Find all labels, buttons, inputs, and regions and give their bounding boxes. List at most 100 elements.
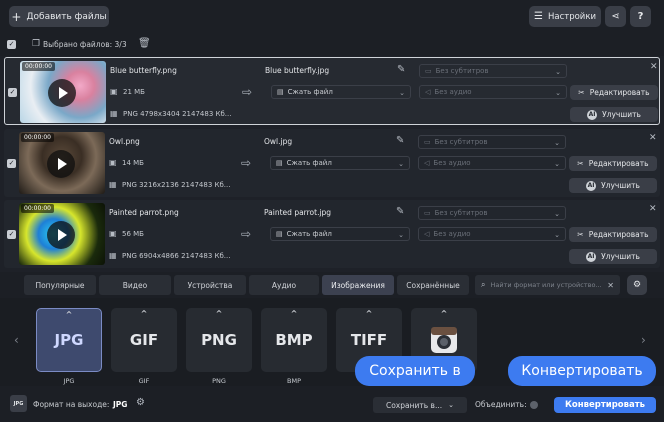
scroll-right-icon[interactable]: ›: [641, 333, 646, 347]
speaker-icon: ◁: [425, 88, 431, 96]
add-files-button[interactable]: + Добавить файлы: [9, 6, 109, 27]
subtitles-dropdown[interactable]: ▭ Без субтитров ⌄: [418, 206, 566, 220]
file-item[interactable]: ✓ 00:00:00 Painted parrot.png ▣ 56 МБ ▦ …: [4, 200, 660, 268]
compress-icon: ▤: [277, 88, 284, 96]
trash-icon[interactable]: 🗑: [138, 38, 151, 49]
file-thumbnail[interactable]: 00:00:00: [20, 61, 106, 123]
chevron-down-icon: ⌄: [554, 160, 560, 168]
clear-icon[interactable]: ✕: [607, 281, 614, 290]
ai-icon: AI: [587, 109, 598, 120]
convert-arrow-icon: ⇨: [242, 85, 253, 99]
tab-devices[interactable]: Устройства: [174, 275, 246, 295]
subtitles-dropdown[interactable]: ▭ Без субтитров ⌄: [419, 64, 567, 78]
output-format-value: JPG: [113, 400, 128, 409]
audio-dropdown[interactable]: ◁ Без аудио ⌄: [418, 156, 566, 170]
settings-button[interactable]: ☰ Настройки: [529, 6, 601, 27]
selection-row: ✓ ❐ Выбрано файлов: 3/3 🗑: [0, 34, 664, 56]
select-all-checkbox[interactable]: ✓: [7, 40, 16, 49]
top-toolbar: + Добавить файлы ☰ Настройки ⋖ ?: [0, 0, 664, 34]
input-file-name: Owl.png: [109, 137, 140, 146]
chevron-down-icon: ⌄: [554, 210, 560, 218]
output-file-name: Painted parrot.jpg: [264, 208, 332, 217]
plus-icon: +: [11, 9, 22, 24]
input-file-name: Blue butterfly.png: [110, 66, 177, 75]
convert-arrow-icon: ⇨: [241, 227, 252, 241]
rename-pencil-icon[interactable]: ✎: [397, 64, 405, 75]
subtitles-icon: ▭: [424, 138, 431, 146]
close-icon[interactable]: ✕: [650, 62, 658, 72]
file-size: 14 МБ: [122, 159, 144, 167]
play-icon[interactable]: [47, 150, 75, 178]
play-icon[interactable]: [48, 79, 76, 107]
output-file-name: Owl.jpg: [264, 137, 293, 146]
play-icon[interactable]: [47, 221, 75, 249]
input-file-name: Painted parrot.png: [109, 208, 179, 217]
enhance-button[interactable]: AI Улучшить: [570, 107, 658, 122]
chevron-down-icon: ⌄: [555, 89, 561, 97]
chevron-down-icon: ⌄: [554, 139, 560, 147]
file-checkbox[interactable]: ✓: [7, 159, 16, 168]
subtitles-dropdown[interactable]: ▭ Без субтитров ⌄: [418, 135, 566, 149]
chevron-up-icon: ^: [215, 309, 223, 318]
file-checkbox[interactable]: ✓: [8, 88, 17, 97]
info-icon: ▦: [109, 180, 117, 189]
format-caption: GIF: [138, 377, 150, 385]
audio-dropdown[interactable]: ◁ Без аудио ⌄: [418, 227, 566, 241]
tab-popular[interactable]: Популярные: [24, 275, 96, 295]
format-settings-icon[interactable]: ⚙: [627, 275, 647, 295]
convert-button[interactable]: Конвертировать: [554, 397, 656, 413]
file-item[interactable]: ✓ 00:00:00 Owl.png ▣ 14 МБ ▦ PNG 3216x21…: [4, 129, 660, 197]
tab-saved[interactable]: Сохранённые: [397, 275, 469, 295]
audio-dropdown[interactable]: ◁ Без аудио ⌄: [419, 85, 567, 99]
rename-pencil-icon[interactable]: ✎: [396, 135, 404, 146]
compress-dropdown[interactable]: ▤ Сжать файл ⌄: [270, 156, 410, 170]
selected-count: Выбрано файлов: 3/3: [43, 40, 127, 49]
compress-dropdown[interactable]: ▤ Сжать файл ⌄: [271, 85, 411, 99]
close-icon[interactable]: ✕: [649, 204, 657, 214]
format-card-bmp[interactable]: ^ BMP: [261, 308, 327, 372]
search-input[interactable]: Найти формат или устройство...: [490, 281, 602, 289]
file-info: PNG 6904x4866 2147483 Кб...: [122, 252, 231, 260]
info-icon: ▦: [109, 251, 117, 260]
tab-audio[interactable]: Аудио: [249, 275, 319, 295]
help-button[interactable]: ?: [630, 6, 651, 27]
save-to-dropdown[interactable]: Сохранить в... ⌄: [373, 397, 467, 413]
rename-pencil-icon[interactable]: ✎: [396, 206, 404, 217]
file-item[interactable]: ✓ 00:00:00 Blue butterfly.png ▣ 21 МБ ▦ …: [4, 57, 660, 125]
tab-video[interactable]: Видео: [99, 275, 171, 295]
enhance-button[interactable]: AI Улучшить: [569, 249, 657, 264]
edit-button[interactable]: ✂ Редактировать: [569, 227, 657, 242]
edit-button[interactable]: ✂ Редактировать: [569, 156, 657, 171]
gear-icon[interactable]: ⚙: [136, 397, 145, 408]
file-thumbnail[interactable]: 00:00:00: [19, 203, 105, 265]
format-caption: PNG: [212, 377, 226, 385]
search-icon: ⌕: [481, 280, 486, 289]
chevron-up-icon: ^: [65, 310, 73, 319]
compress-dropdown[interactable]: ▤ Сжать файл ⌄: [270, 227, 410, 241]
info-icon: ▦: [110, 109, 118, 118]
file-size: 56 МБ: [122, 230, 144, 238]
file-size-icon: ▣: [110, 87, 118, 96]
instagram-icon: [431, 327, 457, 353]
file-thumbnail[interactable]: 00:00:00: [19, 132, 105, 194]
subtitles-icon: ▭: [425, 67, 432, 75]
edit-button[interactable]: ✂ Редактировать: [570, 85, 658, 100]
merge-toggle[interactable]: [530, 401, 538, 409]
scroll-left-icon[interactable]: ‹: [14, 333, 19, 347]
format-card-png[interactable]: ^ PNG: [186, 308, 252, 372]
close-icon[interactable]: ✕: [649, 133, 657, 143]
chevron-up-icon: ^: [140, 309, 148, 318]
format-search[interactable]: ⌕ Найти формат или устройство... ✕: [475, 275, 620, 295]
tab-images[interactable]: Изображения: [322, 275, 394, 295]
format-card-gif[interactable]: ^ GIF: [111, 308, 177, 372]
subtitles-icon: ▭: [424, 209, 431, 217]
timecode: 00:00:00: [21, 204, 54, 213]
file-checkbox[interactable]: ✓: [7, 230, 16, 239]
format-card-jpg[interactable]: ^ JPG: [36, 308, 102, 372]
enhance-button[interactable]: AI Улучшить: [569, 178, 657, 193]
ai-icon: AI: [586, 251, 597, 262]
timecode: 00:00:00: [21, 133, 54, 142]
share-icon[interactable]: ⋖: [605, 6, 626, 27]
speaker-icon: ◁: [424, 159, 430, 167]
file-size-icon: ▣: [109, 158, 117, 167]
